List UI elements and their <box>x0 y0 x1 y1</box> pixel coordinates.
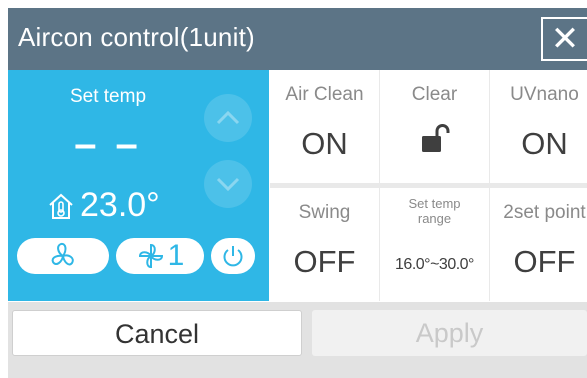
set-temp-range-button[interactable]: Set temp range 16.0°~30.0° <box>380 188 489 301</box>
fan-speed-value: 1 <box>167 239 185 272</box>
settings-grid: Air Clean ON Clear UVnano ON Swing OFF S… <box>270 70 587 301</box>
swing-value: OFF <box>293 244 356 279</box>
two-set-point-toggle[interactable]: 2set point OFF <box>490 188 587 301</box>
uvnano-label: UVnano <box>510 84 579 105</box>
clear-toggle[interactable]: Clear <box>380 70 489 183</box>
swing-toggle[interactable]: Swing OFF <box>270 188 379 301</box>
chevron-up-icon <box>216 110 240 125</box>
temp-up-button[interactable] <box>204 94 252 142</box>
close-button[interactable]: ✕ <box>541 17 587 61</box>
set-temp-label: Set temp <box>69 86 147 107</box>
uvnano-toggle[interactable]: UVnano ON <box>490 70 587 183</box>
clear-label: Clear <box>411 84 458 105</box>
title-bar: Aircon control(1unit) ✕ <box>8 8 587 70</box>
cancel-button[interactable]: Cancel <box>12 310 302 356</box>
fan-speed-icon <box>138 243 163 269</box>
fan-icon <box>51 242 74 266</box>
power-icon <box>223 246 243 267</box>
apply-button[interactable]: Apply <box>312 310 587 356</box>
fan-mode-button[interactable] <box>17 238 109 274</box>
power-button[interactable] <box>211 238 255 274</box>
chevron-down-icon <box>216 177 240 192</box>
set-temp-range-value: 16.0°~30.0° <box>395 256 474 273</box>
room-temp-value: 23.0° <box>80 186 160 224</box>
uvnano-value: ON <box>521 126 568 161</box>
fan-speed-button[interactable]: 1 <box>116 238 204 274</box>
air-clean-toggle[interactable]: Air Clean ON <box>270 70 379 183</box>
footer-bar: Cancel Apply <box>8 302 587 378</box>
temperature-panel: Set temp – – 23.0° 1 <box>8 70 269 301</box>
air-clean-label: Air Clean <box>285 84 364 105</box>
temp-down-button[interactable] <box>204 160 252 208</box>
room-temperature: 23.0° <box>48 186 160 225</box>
two-set-point-value: OFF <box>513 244 576 279</box>
two-set-point-label: 2set point <box>503 202 586 223</box>
home-thermometer-icon <box>49 193 73 219</box>
air-clean-value: ON <box>301 126 348 161</box>
unlocked-padlock-icon <box>422 124 450 152</box>
swing-label: Swing <box>298 202 351 223</box>
set-temp-value: – – <box>74 122 142 166</box>
window-title: Aircon control(1unit) <box>18 22 255 52</box>
close-icon: ✕ <box>550 20 580 58</box>
set-temp-range-label: Set temp range <box>408 196 461 226</box>
